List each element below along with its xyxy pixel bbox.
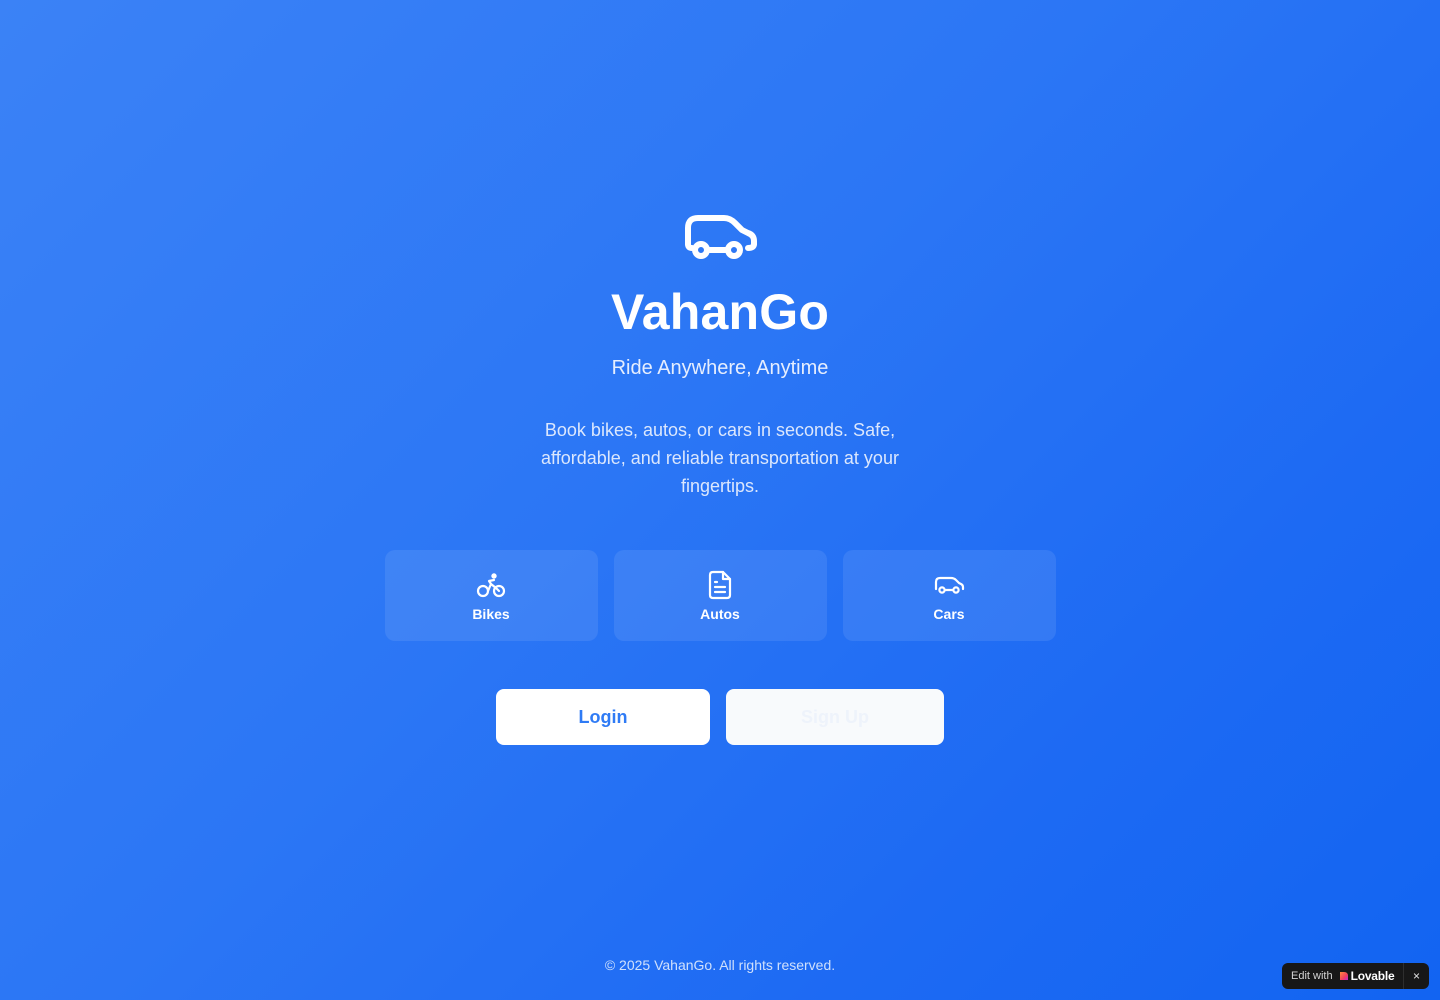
car-icon (680, 208, 760, 268)
hero-section: VahanGo Ride Anywhere, Anytime Book bike… (0, 0, 1440, 745)
badge-prefix: Edit with (1291, 970, 1333, 982)
lovable-heart-icon (1339, 972, 1348, 980)
feature-cards: Bikes Autos Cars (384, 550, 1056, 641)
feature-card-cars[interactable]: Cars (842, 550, 1056, 641)
description: Book bikes, autos, or cars in seconds. S… (541, 420, 899, 496)
auth-actions: Login Sign Up (496, 689, 944, 745)
badge-brand: Lovable (1350, 969, 1395, 983)
car-icon (933, 569, 965, 601)
login-button[interactable]: Login (496, 689, 710, 745)
close-icon[interactable]: × (1403, 963, 1429, 989)
file-text-icon (704, 569, 736, 601)
signup-button[interactable]: Sign Up (726, 689, 944, 745)
feature-card-autos[interactable]: Autos (613, 550, 827, 641)
footer-copyright: © 2025 VahanGo. All rights reserved. (604, 957, 836, 973)
tagline: Ride Anywhere, Anytime (611, 357, 829, 379)
edit-with-lovable-badge[interactable]: Edit with Lovable × (1282, 963, 1429, 989)
feature-label-autos: Autos (700, 605, 740, 622)
app-title: VahanGo (610, 284, 830, 340)
feature-label-cars: Cars (933, 605, 965, 622)
feature-card-bikes[interactable]: Bikes (384, 550, 598, 641)
bike-icon (475, 569, 507, 601)
feature-label-bikes: Bikes (472, 605, 510, 622)
